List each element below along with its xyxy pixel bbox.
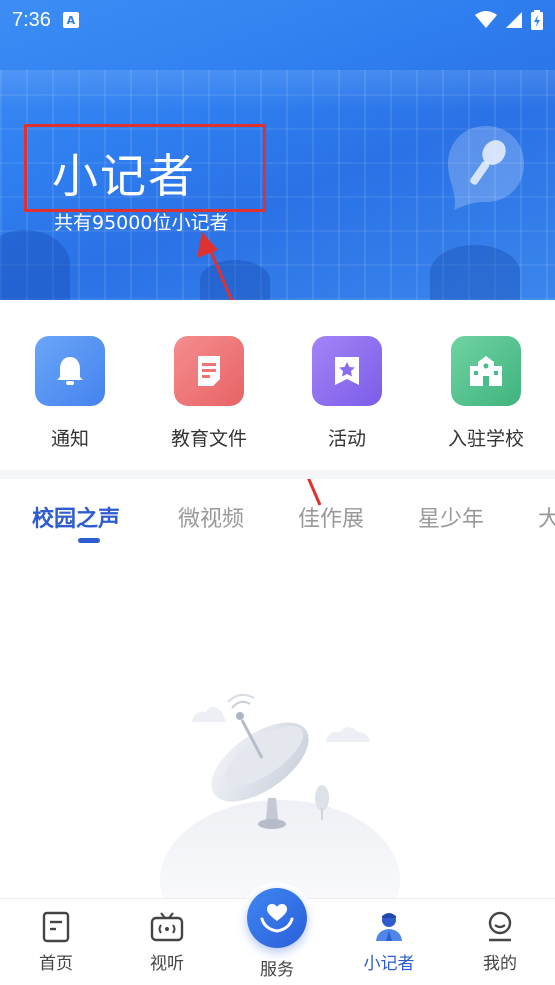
service-fab (247, 888, 307, 948)
bookmark-star-icon (335, 357, 359, 385)
quick-entry-label: 通知 (50, 428, 89, 450)
bell-icon (57, 357, 83, 385)
heart-hands-icon (260, 904, 294, 933)
tab-more[interactable]: 大 (538, 501, 555, 533)
nav-mine[interactable]: 我的 (455, 911, 545, 974)
profile-icon (488, 911, 512, 942)
document-icon (198, 356, 220, 386)
nav-audiovisual[interactable]: 视听 (122, 911, 212, 974)
quick-entry-tile (312, 336, 382, 406)
nav-reporter[interactable]: 小记者 (344, 911, 434, 974)
tab-campus-voice[interactable]: 校园之声 (32, 501, 120, 533)
nav-label: 首页 (39, 954, 73, 974)
nav-label: 视听 (150, 954, 184, 974)
category-tabs: 校园之声 微视频 佳作展 星少年 大 (0, 479, 555, 549)
nav-service[interactable] (241, 882, 313, 954)
tab-micro-video[interactable]: 微视频 (178, 501, 244, 533)
nav-home[interactable]: 首页 (11, 911, 101, 974)
section-divider (0, 470, 555, 479)
quick-entry-schools[interactable]: 入驻学校 (426, 336, 546, 451)
quick-entry-grid: 通知 教育文件 活动 入驻学校 (0, 300, 555, 470)
quick-entry-label: 入驻学校 (447, 428, 524, 450)
nav-label: 服务 (260, 960, 294, 980)
empty-state-satellite-illustration (160, 693, 400, 900)
tab-indicator (78, 538, 100, 543)
reporter-icon (376, 913, 402, 941)
nav-label: 小记者 (363, 954, 415, 974)
home-doc-icon (42, 911, 70, 943)
quick-entry-notice[interactable]: 通知 (10, 336, 130, 451)
quick-entry-documents[interactable]: 教育文件 (149, 336, 269, 451)
quick-entry-label: 教育文件 (170, 428, 247, 450)
quick-entry-activity[interactable]: 活动 (287, 336, 407, 451)
tab-star-youth[interactable]: 星少年 (418, 501, 484, 533)
quick-entry-tile (35, 336, 105, 406)
quick-entry-label: 活动 (327, 428, 366, 450)
tv-icon (150, 912, 184, 942)
nav-label: 我的 (483, 954, 517, 974)
tab-showcase[interactable]: 佳作展 (298, 501, 364, 533)
school-icon (470, 356, 502, 386)
quick-entry-tile (174, 336, 244, 406)
quick-entry-tile (451, 336, 521, 406)
